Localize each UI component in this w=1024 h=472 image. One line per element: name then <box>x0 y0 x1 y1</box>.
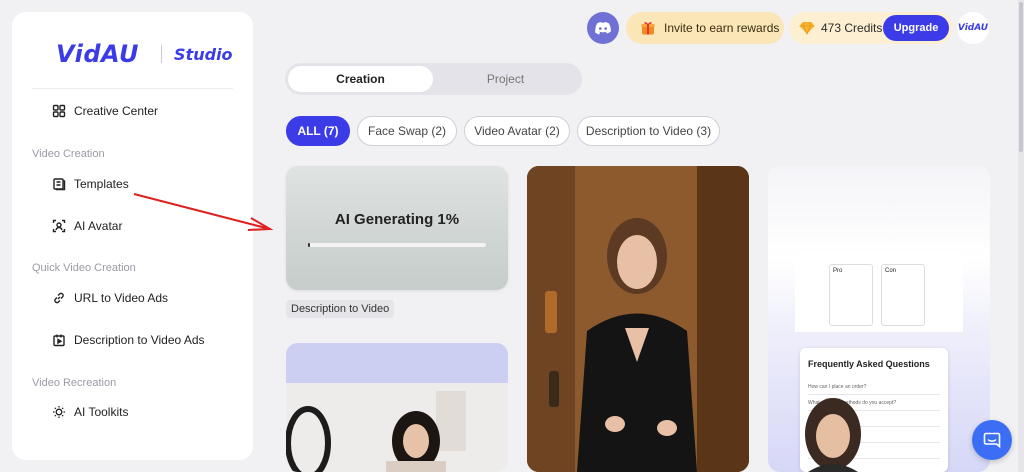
sidebar-divider <box>32 88 233 89</box>
filter-face-swap[interactable]: Face Swap (2) <box>357 116 457 146</box>
card-type-label: Description to Video <box>286 300 395 318</box>
template-icon <box>53 178 66 191</box>
scrollbar[interactable] <box>1018 0 1024 472</box>
filter-description-to-video[interactable]: Description to Video (3) <box>577 116 720 146</box>
scrollbar-thumb[interactable] <box>1019 2 1023 152</box>
annotation-arrow <box>133 193 274 231</box>
generating-card[interactable]: AI Generating 1% <box>286 166 508 290</box>
sidebar-item-label: Templates <box>74 177 129 191</box>
tab-project[interactable]: Project <box>433 66 578 92</box>
credits-count: 473 Credits <box>821 21 883 35</box>
bulb-icon <box>53 406 65 418</box>
discord-icon <box>595 22 611 35</box>
user-avatar[interactable]: VidAU <box>957 12 989 44</box>
sidebar-item-url-to-video-ads[interactable]: URL to Video Ads <box>52 291 168 305</box>
con-column: Con <box>881 264 925 326</box>
invite-label: Invite to earn rewards <box>664 21 780 35</box>
generation-progress <box>308 243 486 247</box>
video-thumbnail-ring-light[interactable] <box>286 343 508 472</box>
section-video-recreation: Video Recreation <box>32 377 117 389</box>
avatar-scan-icon <box>52 219 66 233</box>
sidebar-item-label: Description to Video Ads <box>74 333 205 347</box>
diamond-icon <box>799 21 815 35</box>
section-quick-video-creation: Quick Video Creation <box>32 262 136 274</box>
thumbnail-image <box>527 166 749 472</box>
discord-button[interactable] <box>587 12 619 44</box>
sidebar-item-label: Creative Center <box>74 104 159 118</box>
invite-rewards-button[interactable]: Invite to earn rewards <box>626 12 784 44</box>
support-chat-button[interactable] <box>972 420 1012 460</box>
sidebar-item-label: AI Toolkits <box>74 405 129 419</box>
thumbnail-image <box>286 343 508 472</box>
sidebar-item-ai-avatar[interactable]: AI Avatar <box>52 219 122 233</box>
tab-creation[interactable]: Creation <box>288 66 433 92</box>
generating-status: AI Generating 1% <box>334 211 460 228</box>
grid-icon <box>52 104 66 118</box>
gift-icon <box>641 22 655 35</box>
sidebar-item-label: URL to Video Ads <box>74 291 169 305</box>
logo-divider <box>161 45 163 63</box>
link-icon <box>54 292 64 304</box>
progress-fill <box>308 243 310 247</box>
sidebar-item-templates[interactable]: Templates <box>52 177 129 191</box>
upgrade-button[interactable]: Upgrade <box>883 15 949 41</box>
sidebar-item-description-to-video-ads[interactable]: Description to Video Ads <box>52 333 205 347</box>
faq-title: Frequently Asked Questions <box>808 359 930 369</box>
presenter-image <box>805 398 861 472</box>
chat-icon <box>983 432 1001 449</box>
section-video-creation: Video Creation <box>32 148 105 160</box>
document-video-icon <box>53 334 65 347</box>
video-thumbnail-presenter[interactable] <box>527 166 749 472</box>
sidebar-item-label: AI Avatar <box>74 219 123 233</box>
filter-video-avatar[interactable]: Video Avatar (2) <box>464 116 570 146</box>
credits-pill: 473 Credits Upgrade <box>789 12 953 44</box>
sidebar-item-creative-center[interactable]: Creative Center <box>52 104 158 118</box>
pros-cons-panel: Pro Con <box>795 252 963 332</box>
studio-label: Studio <box>174 44 233 64</box>
filter-all[interactable]: ALL (7) <box>286 116 350 146</box>
brand[interactable]: VidAU Studio <box>56 40 233 68</box>
view-toggle: Creation Project <box>285 63 582 95</box>
sidebar: VidAU Studio Creative Center Video Creat… <box>12 12 253 460</box>
video-thumbnail-faq[interactable]: Pro Con Frequently Asked Questions How c… <box>768 166 990 472</box>
vidau-logo: VidAU <box>56 40 140 68</box>
pro-column: Pro <box>829 264 873 326</box>
sidebar-item-ai-toolkits[interactable]: AI Toolkits <box>52 405 128 419</box>
